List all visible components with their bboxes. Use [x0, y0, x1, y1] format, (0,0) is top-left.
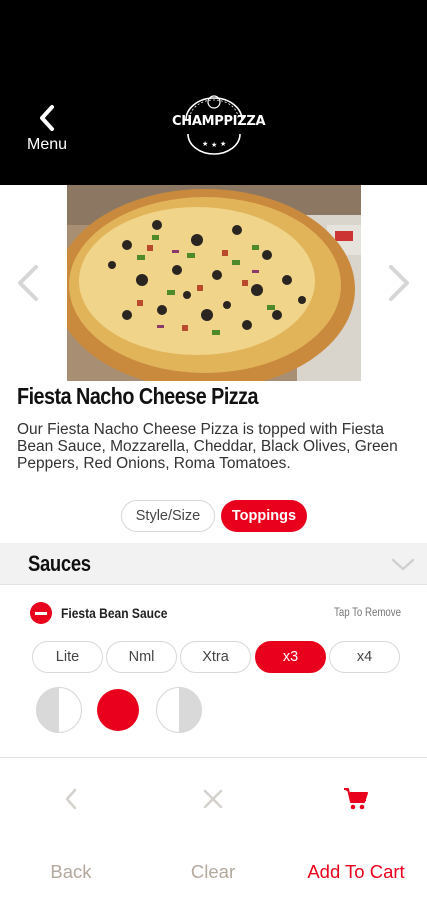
menu-label: Menu [26, 136, 68, 153]
pizza-photo [67, 185, 361, 381]
product-title: Fiesta Nacho Cheese Pizza [17, 383, 259, 409]
product-image-carousel[interactable] [0, 185, 427, 381]
portion-left-half-icon[interactable] [36, 687, 82, 733]
tab-style-size[interactable]: Style/Size [121, 500, 215, 532]
divider [0, 757, 427, 758]
chevron-left-icon [40, 105, 54, 131]
brand-logo: ★ ★ ★ CHAMPPIZZA [172, 92, 266, 156]
amount-x4-button[interactable]: x4 [329, 641, 400, 673]
add-to-cart-label: Add To Cart [307, 861, 405, 882]
top-header: Menu ★ ★ ★ CHAMPPIZZA [0, 0, 427, 185]
remove-circle-icon[interactable] [30, 602, 52, 624]
menu-back-button[interactable]: Menu [16, 104, 78, 156]
chevron-right-icon [389, 265, 409, 301]
portion-right-half-icon[interactable] [156, 687, 202, 733]
add-to-cart-button[interactable]: Add To Cart [285, 775, 427, 885]
chevron-down-icon[interactable] [390, 557, 416, 573]
sauce-item-row: Fiesta Bean Sauce Tap To Remove [0, 597, 427, 631]
carousel-next-button[interactable] [385, 263, 413, 303]
clear-label: Clear [190, 861, 236, 882]
logo-wordmark: CHAMPPIZZA [172, 114, 266, 129]
product-description: Our Fiesta Nacho Cheese Pizza is topped … [17, 421, 398, 472]
tab-toppings[interactable]: Toppings [221, 500, 307, 532]
back-button[interactable]: Back [0, 775, 142, 885]
shopping-cart-icon [344, 788, 368, 810]
svg-text:★: ★ [202, 140, 208, 148]
carousel-prev-button[interactable] [14, 263, 42, 303]
tap-to-remove-link[interactable]: Tap To Remove [334, 607, 401, 619]
amount-lite-button[interactable]: Lite [32, 641, 103, 673]
svg-text:★: ★ [211, 141, 217, 149]
chevron-left-icon [18, 265, 38, 301]
section-title-sauces: Sauces [28, 551, 91, 576]
amount-normal-button[interactable]: Nml [106, 641, 177, 673]
portion-whole-icon[interactable] [97, 689, 139, 731]
back-label: Back [50, 861, 92, 882]
amount-extra-button[interactable]: Xtra [180, 641, 251, 673]
close-icon [203, 789, 223, 809]
amount-x3-button[interactable]: x3 [255, 641, 326, 673]
chevron-left-icon [65, 788, 77, 810]
svg-text:★: ★ [220, 140, 226, 148]
clear-button[interactable]: Clear [142, 775, 284, 885]
sauce-item-name: Fiesta Bean Sauce [61, 605, 168, 621]
